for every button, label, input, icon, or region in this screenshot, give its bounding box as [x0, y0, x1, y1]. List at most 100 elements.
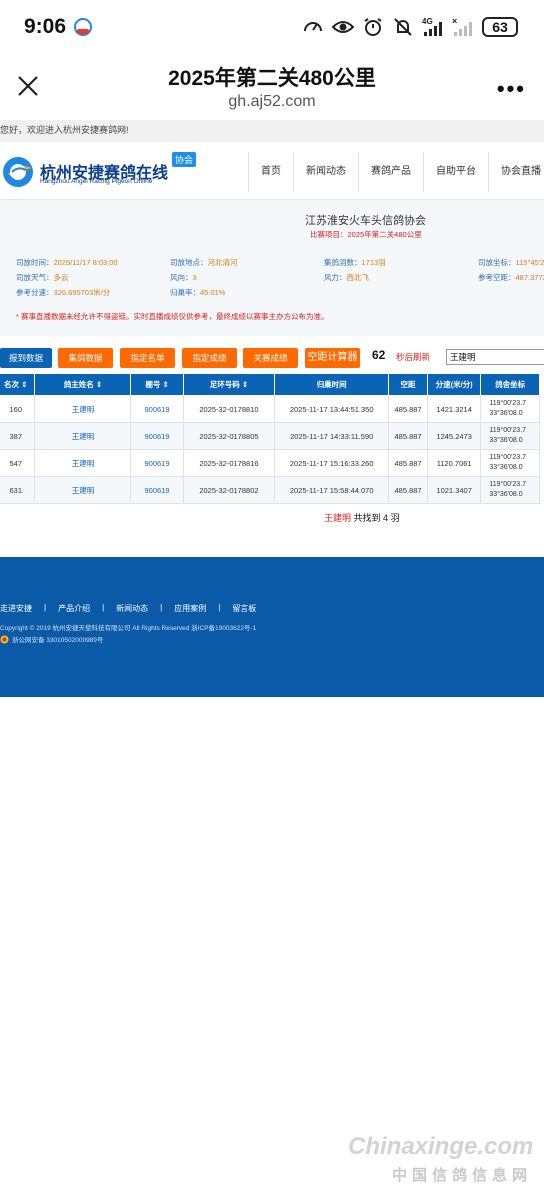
return-rate: 归巢率：45.01% [170, 288, 226, 297]
result-count-text: 共找到 4 羽 [351, 513, 400, 523]
cell-rank: 547 [0, 449, 36, 477]
notice-text: * 赛事直播数据未经允许不得盗链。实时直播成绩仅供参考，最终成绩以赛事主办方公布… [16, 312, 329, 321]
app-notification-icon [74, 18, 92, 36]
cell-owner[interactable]: 王建明 [34, 422, 132, 450]
wind-direction: 风向：3 [170, 273, 197, 282]
footer-divider: | [44, 603, 47, 612]
status-icons: 4G × 63 [302, 16, 518, 38]
alarm-icon [364, 18, 382, 36]
footer-links: 走进安捷 | 产品介绍 | 新闻动态 | 应用案例 | 留言板 [0, 603, 268, 614]
refresh-countdown: 62 [372, 348, 386, 362]
cell-return-time: 2025-11-17 15:16:33.260 [274, 449, 390, 477]
cell-speed: 1120.7061 [426, 449, 482, 477]
footer-link-about[interactable]: 走进安捷 [0, 603, 32, 614]
welcome-text: 您好，欢迎进入杭州安捷赛鸽网! [0, 120, 544, 142]
race-info-panel: 江苏淮安火车头信鸽协会 比赛项目：2025年第二关480公里 司放时间：2025… [0, 200, 544, 336]
col-loft[interactable]: 棚号 ⇕ [130, 373, 184, 396]
col-owner[interactable]: 鸽主姓名 ⇕ [34, 373, 132, 396]
cell-owner[interactable]: 王建明 [34, 449, 132, 477]
battery-icon: 63 [482, 17, 518, 37]
cell-rank: 160 [0, 395, 36, 423]
tab-designated-list[interactable]: 指定名单 [120, 348, 175, 368]
tab-designated-results[interactable]: 指定成绩 [182, 348, 237, 368]
col-rank[interactable]: 名次 ⇕ [0, 373, 36, 396]
svg-text:×: × [452, 16, 457, 26]
search-input[interactable]: 王建明 [446, 349, 544, 365]
nav-products[interactable]: 赛鸽产品 [358, 152, 423, 192]
cell-return-time: 2025-11-17 15:58:44.070 [274, 476, 390, 504]
cell-ring: 2025-32-0178805 [182, 422, 276, 450]
cell-loft[interactable]: 900619 [130, 422, 184, 450]
cell-distance: 485.887 [388, 395, 428, 423]
nav-self-service[interactable]: 自助平台 [423, 152, 488, 192]
nav-home[interactable]: 首页 [248, 152, 293, 192]
site-logo-subtitle: Hangzhou Angel Racing Pigeon Online [40, 178, 153, 185]
footer-divider: | [160, 603, 163, 612]
reference-distance: 参考空距：487.3772 [478, 273, 544, 282]
mute-bell-icon [394, 18, 412, 36]
pigeon-count: 集鸽羽数：1713羽 [324, 258, 386, 267]
status-time: 9:06 [24, 15, 67, 38]
search-result-summary: 王建明 共找到 4 羽 [324, 511, 400, 524]
cell-return-time: 2025-11-17 14:33:11.590 [274, 422, 390, 450]
col-return-time: 归巢时间 [274, 373, 390, 396]
site-header: 杭州安捷赛鸽在线 Hangzhou Angel Racing Pigeon On… [0, 142, 544, 200]
watermark-logo: Chinaxinge.com [348, 1133, 534, 1160]
cell-speed: 1421.3214 [426, 395, 482, 423]
table-row[interactable]: 547 王建明 900619 2025-32-0178816 2025-11-1… [0, 449, 540, 477]
tab-race-results[interactable]: 关赛成绩 [243, 348, 298, 368]
cell-rank: 631 [0, 476, 36, 504]
cell-distance: 485.887 [388, 449, 428, 477]
cell-speed: 1245.2473 [426, 422, 482, 450]
release-coord: 司放坐标：115°45'2 [478, 258, 544, 267]
site-footer: 走进安捷 | 产品介绍 | 新闻动态 | 应用案例 | 留言板 Copyrigh… [0, 557, 544, 697]
col-ring[interactable]: 足环号码 ⇕ [182, 373, 276, 396]
cell-return-time: 2025-11-17 13:44:51.350 [274, 395, 390, 423]
watermark-subtitle: 中国信鸽信息网 [392, 1167, 533, 1184]
release-weather: 司放天气：多云 [16, 273, 69, 282]
result-owner-name: 王建明 [324, 513, 352, 523]
signal-icon: 4G [422, 17, 442, 36]
release-time: 司放时间：2025/11/17 8:03:00 [16, 258, 118, 267]
footer-link-cases[interactable]: 应用案例 [174, 603, 206, 614]
release-place: 司放地点：河北清河 [170, 258, 238, 267]
cell-loft[interactable]: 900619 [130, 449, 184, 477]
footer-divider: | [102, 603, 105, 612]
page-url: gh.aj52.com [228, 93, 316, 110]
speedometer-icon [304, 22, 322, 32]
nav-live[interactable]: 协会直播 [488, 152, 544, 192]
footer-link-news[interactable]: 新闻动态 [116, 603, 148, 614]
page-title: 2025年第二关480公里 [168, 67, 376, 90]
cell-loft[interactable]: 900619 [130, 476, 184, 504]
data-toolbar: 报到数据 集鸽数据 指定名单 指定成绩 关赛成绩 空距计算器 62 秒后刷新 王… [0, 344, 544, 372]
results-table: 名次 ⇕ 鸽主姓名 ⇕ 棚号 ⇕ 足环号码 ⇕ 归巢时间 空距 分速(米/分) … [0, 373, 540, 504]
signal-weak-icon: × [452, 16, 472, 36]
table-row[interactable]: 631 王建明 900619 2025-32-0178802 2025-11-1… [0, 476, 540, 504]
cell-owner[interactable]: 王建明 [34, 395, 132, 423]
association-badge: 协会 [172, 152, 197, 167]
nav-news[interactable]: 新闻动态 [293, 152, 358, 192]
footer-link-messages[interactable]: 留言板 [232, 603, 256, 614]
eye-icon [332, 21, 354, 33]
cell-ring: 2025-32-0178802 [182, 476, 276, 504]
police-record[interactable]: 浙公网安备 33010502000989号 [0, 634, 103, 644]
footer-link-products[interactable]: 产品介绍 [58, 603, 90, 614]
col-distance: 空距 [388, 373, 428, 396]
cell-owner[interactable]: 王建明 [34, 476, 132, 504]
cell-loft-coord: 119°00'23.7 33°36'08.0 [480, 395, 540, 423]
tab-check-in-data[interactable]: 报到数据 [0, 348, 52, 368]
table-row[interactable]: 160 王建明 900619 2025-32-0178810 2025-11-1… [0, 395, 540, 423]
distance-calculator-button[interactable]: 空距计算器 [305, 348, 360, 368]
wind-force: 风力：西北飞 [324, 273, 369, 282]
cell-loft-coord: 119°00'23.7 33°36'08.0 [480, 476, 540, 504]
association-name: 江苏淮安火车头信鸽协会 [305, 215, 426, 227]
tab-collection-data[interactable]: 集鸽数据 [58, 348, 113, 368]
copyright-text: Copyright © 2019 杭州安捷天使科技有限公司 All Rights… [0, 625, 257, 632]
cell-ring: 2025-32-0178810 [182, 395, 276, 423]
site-logo-icon[interactable] [2, 156, 36, 188]
cell-speed: 1021.3407 [426, 476, 482, 504]
table-row[interactable]: 387 王建明 900619 2025-32-0178805 2025-11-1… [0, 422, 540, 450]
more-options-icon[interactable]: ••• [497, 76, 526, 102]
reference-speed: 参考分速：326.695703米/分 [16, 288, 111, 297]
cell-loft[interactable]: 900619 [130, 395, 184, 423]
